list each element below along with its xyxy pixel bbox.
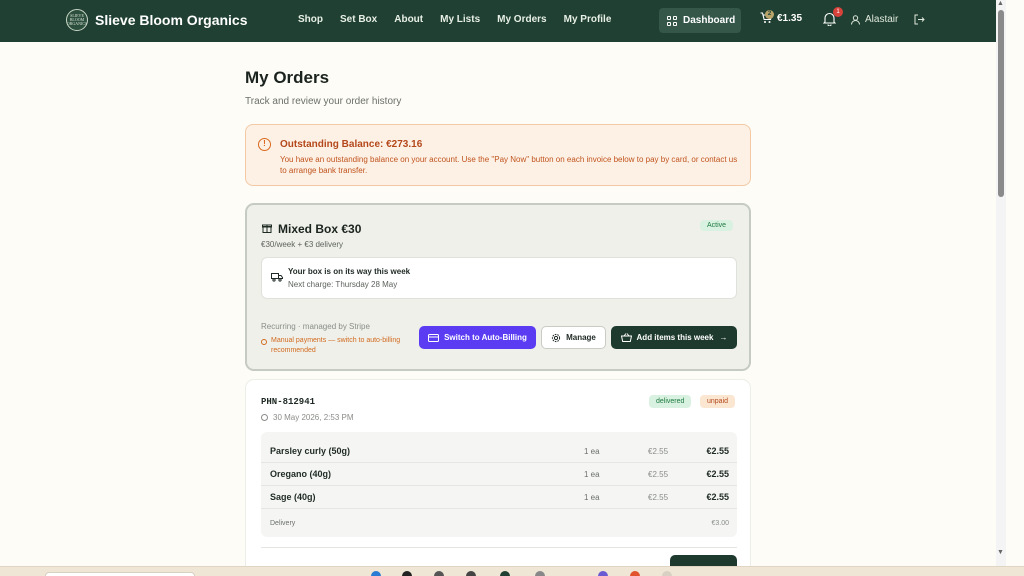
outstanding-balance-alert: ! Outstanding Balance: €273.16 You have … bbox=[245, 124, 751, 186]
order-divider bbox=[261, 547, 737, 548]
page-title: My Orders bbox=[245, 68, 330, 87]
status-badge-unpaid: unpaid bbox=[700, 395, 736, 408]
alert-title: Outstanding Balance: €273.16 bbox=[280, 139, 423, 150]
dashboard-label: Dashboard bbox=[683, 15, 736, 26]
nav-my-lists[interactable]: My Lists bbox=[440, 14, 480, 25]
logout-icon[interactable] bbox=[914, 14, 925, 25]
item-name: Parsley curly (50g) bbox=[270, 446, 351, 456]
page-subtitle: Track and review your order history bbox=[245, 96, 402, 107]
brand-logo[interactable]: SLIEVE BLOOM ORGANICS bbox=[66, 9, 88, 31]
item-qty: 1 ea bbox=[584, 493, 600, 502]
taskbar-app-icon[interactable] bbox=[402, 571, 412, 576]
recurring-info: Recurring · managed by Stripe bbox=[261, 322, 370, 331]
taskbar-app-icon[interactable] bbox=[598, 571, 608, 576]
alert-circle-icon: ! bbox=[258, 138, 271, 151]
user-icon bbox=[851, 14, 860, 25]
item-qty: 1 ea bbox=[584, 447, 600, 456]
basket-icon bbox=[620, 333, 632, 342]
delivery-value: €3.00 bbox=[711, 520, 729, 527]
taskbar-app-icon[interactable] bbox=[630, 571, 640, 576]
box-name: Mixed Box €30 bbox=[278, 222, 362, 236]
add-items-label: Add items this week bbox=[636, 333, 714, 342]
manage-label: Manage bbox=[566, 333, 596, 342]
user-name: Alastair bbox=[865, 14, 899, 25]
nav-set-box[interactable]: Set Box bbox=[340, 14, 377, 25]
grid-icon bbox=[667, 15, 677, 26]
user-menu[interactable]: Alastair bbox=[851, 14, 898, 25]
nav-my-profile[interactable]: My Profile bbox=[564, 14, 612, 25]
order-date: 30 May 2026, 2:53 PM bbox=[261, 413, 354, 422]
item-total: €2.55 bbox=[706, 446, 729, 456]
delivery-status-title: Your box is on its way this week bbox=[288, 267, 411, 276]
next-charge-text: Next charge: Thursday 28 May bbox=[288, 280, 398, 289]
item-qty: 1 ea bbox=[584, 470, 600, 479]
scroll-down-arrow-icon[interactable]: ▼ bbox=[997, 549, 1004, 556]
item-unit-price: €2.55 bbox=[648, 447, 669, 456]
clock-icon bbox=[261, 414, 268, 421]
alert-text: You have an outstanding balance on your … bbox=[280, 155, 738, 175]
main-nav: Shop Set Box About My Lists My Orders My… bbox=[298, 14, 628, 25]
item-unit-price: €2.55 bbox=[648, 470, 669, 479]
credit-card-icon bbox=[428, 333, 440, 342]
subscription-card: Mixed Box €30 €30/week + €3 delivery Act… bbox=[245, 203, 751, 371]
manual-payment-warning-text: Manual payments — switch to auto-billing… bbox=[271, 337, 401, 354]
switch-auto-billing-label: Switch to Auto-Billing bbox=[444, 333, 527, 342]
order-date-text: 30 May 2026, 2:53 PM bbox=[273, 413, 354, 422]
nav-shop[interactable]: Shop bbox=[298, 14, 323, 25]
dashboard-button[interactable]: Dashboard bbox=[659, 8, 741, 33]
item-total: €2.55 bbox=[706, 492, 729, 502]
brand-name[interactable]: Slieve Bloom Organics bbox=[95, 12, 248, 28]
delivery-label: Delivery bbox=[270, 520, 296, 527]
order-items-table: Parsley curly (50g) 1 ea €2.55 €2.55 Ore… bbox=[261, 432, 737, 537]
item-total: €2.55 bbox=[706, 469, 729, 479]
list-item: Sage (40g) 1 ea €2.55 €2.55 bbox=[261, 486, 737, 509]
item-name: Oregano (40g) bbox=[270, 469, 332, 479]
cart-total: €1.35 bbox=[777, 12, 803, 24]
status-badge-delivered: delivered bbox=[649, 395, 692, 408]
nav-about[interactable]: About bbox=[394, 14, 423, 25]
delivery-status-panel: Your box is on its way this week Next ch… bbox=[261, 257, 737, 299]
taskbar-app-icon[interactable] bbox=[371, 571, 381, 576]
warning-circle-icon bbox=[261, 339, 267, 345]
taskbar-app-icon[interactable] bbox=[535, 571, 545, 576]
add-items-button[interactable]: Add items this week → bbox=[611, 326, 737, 349]
taskbar-app-icon[interactable] bbox=[466, 571, 476, 576]
scrollbar-thumb[interactable] bbox=[998, 10, 1004, 197]
order-id: PHN-812941 bbox=[261, 397, 316, 407]
manage-button[interactable]: Manage bbox=[541, 326, 606, 349]
notification-badge: 1 bbox=[833, 7, 843, 17]
box-price: €30/week + €3 delivery bbox=[261, 240, 344, 249]
status-badge-active: Active bbox=[700, 220, 734, 231]
nav-my-orders[interactable]: My Orders bbox=[497, 14, 546, 25]
taskbar-search-box[interactable] bbox=[45, 572, 195, 576]
gift-icon bbox=[262, 224, 272, 233]
switch-auto-billing-button[interactable]: Switch to Auto-Billing bbox=[419, 326, 536, 349]
logo-text: SLIEVE BLOOM ORGANICS bbox=[66, 13, 88, 26]
cart-button[interactable]: 2 €1.35 bbox=[760, 10, 803, 24]
delivery-row: Delivery €3.00 bbox=[261, 515, 737, 535]
gear-icon bbox=[551, 333, 561, 342]
taskbar-app-icon[interactable] bbox=[434, 571, 444, 576]
manual-payment-warning: Manual payments — switch to auto-billing… bbox=[261, 336, 416, 356]
cart-count-badge: 2 bbox=[765, 10, 774, 19]
arrow-right-icon: → bbox=[719, 333, 728, 342]
item-name: Sage (40g) bbox=[270, 492, 316, 502]
order-card: PHN-812941 30 May 2026, 2:53 PM delivere… bbox=[245, 379, 751, 576]
list-item: Oregano (40g) 1 ea €2.55 €2.55 bbox=[261, 463, 737, 486]
item-unit-price: €2.55 bbox=[648, 493, 669, 502]
list-item: Parsley curly (50g) 1 ea €2.55 €2.55 bbox=[261, 440, 737, 463]
scroll-up-arrow-icon[interactable]: ▲ bbox=[997, 0, 1004, 7]
truck-icon bbox=[271, 273, 283, 282]
taskbar-app-icon[interactable] bbox=[500, 571, 510, 576]
taskbar-app-icon[interactable] bbox=[662, 571, 672, 576]
